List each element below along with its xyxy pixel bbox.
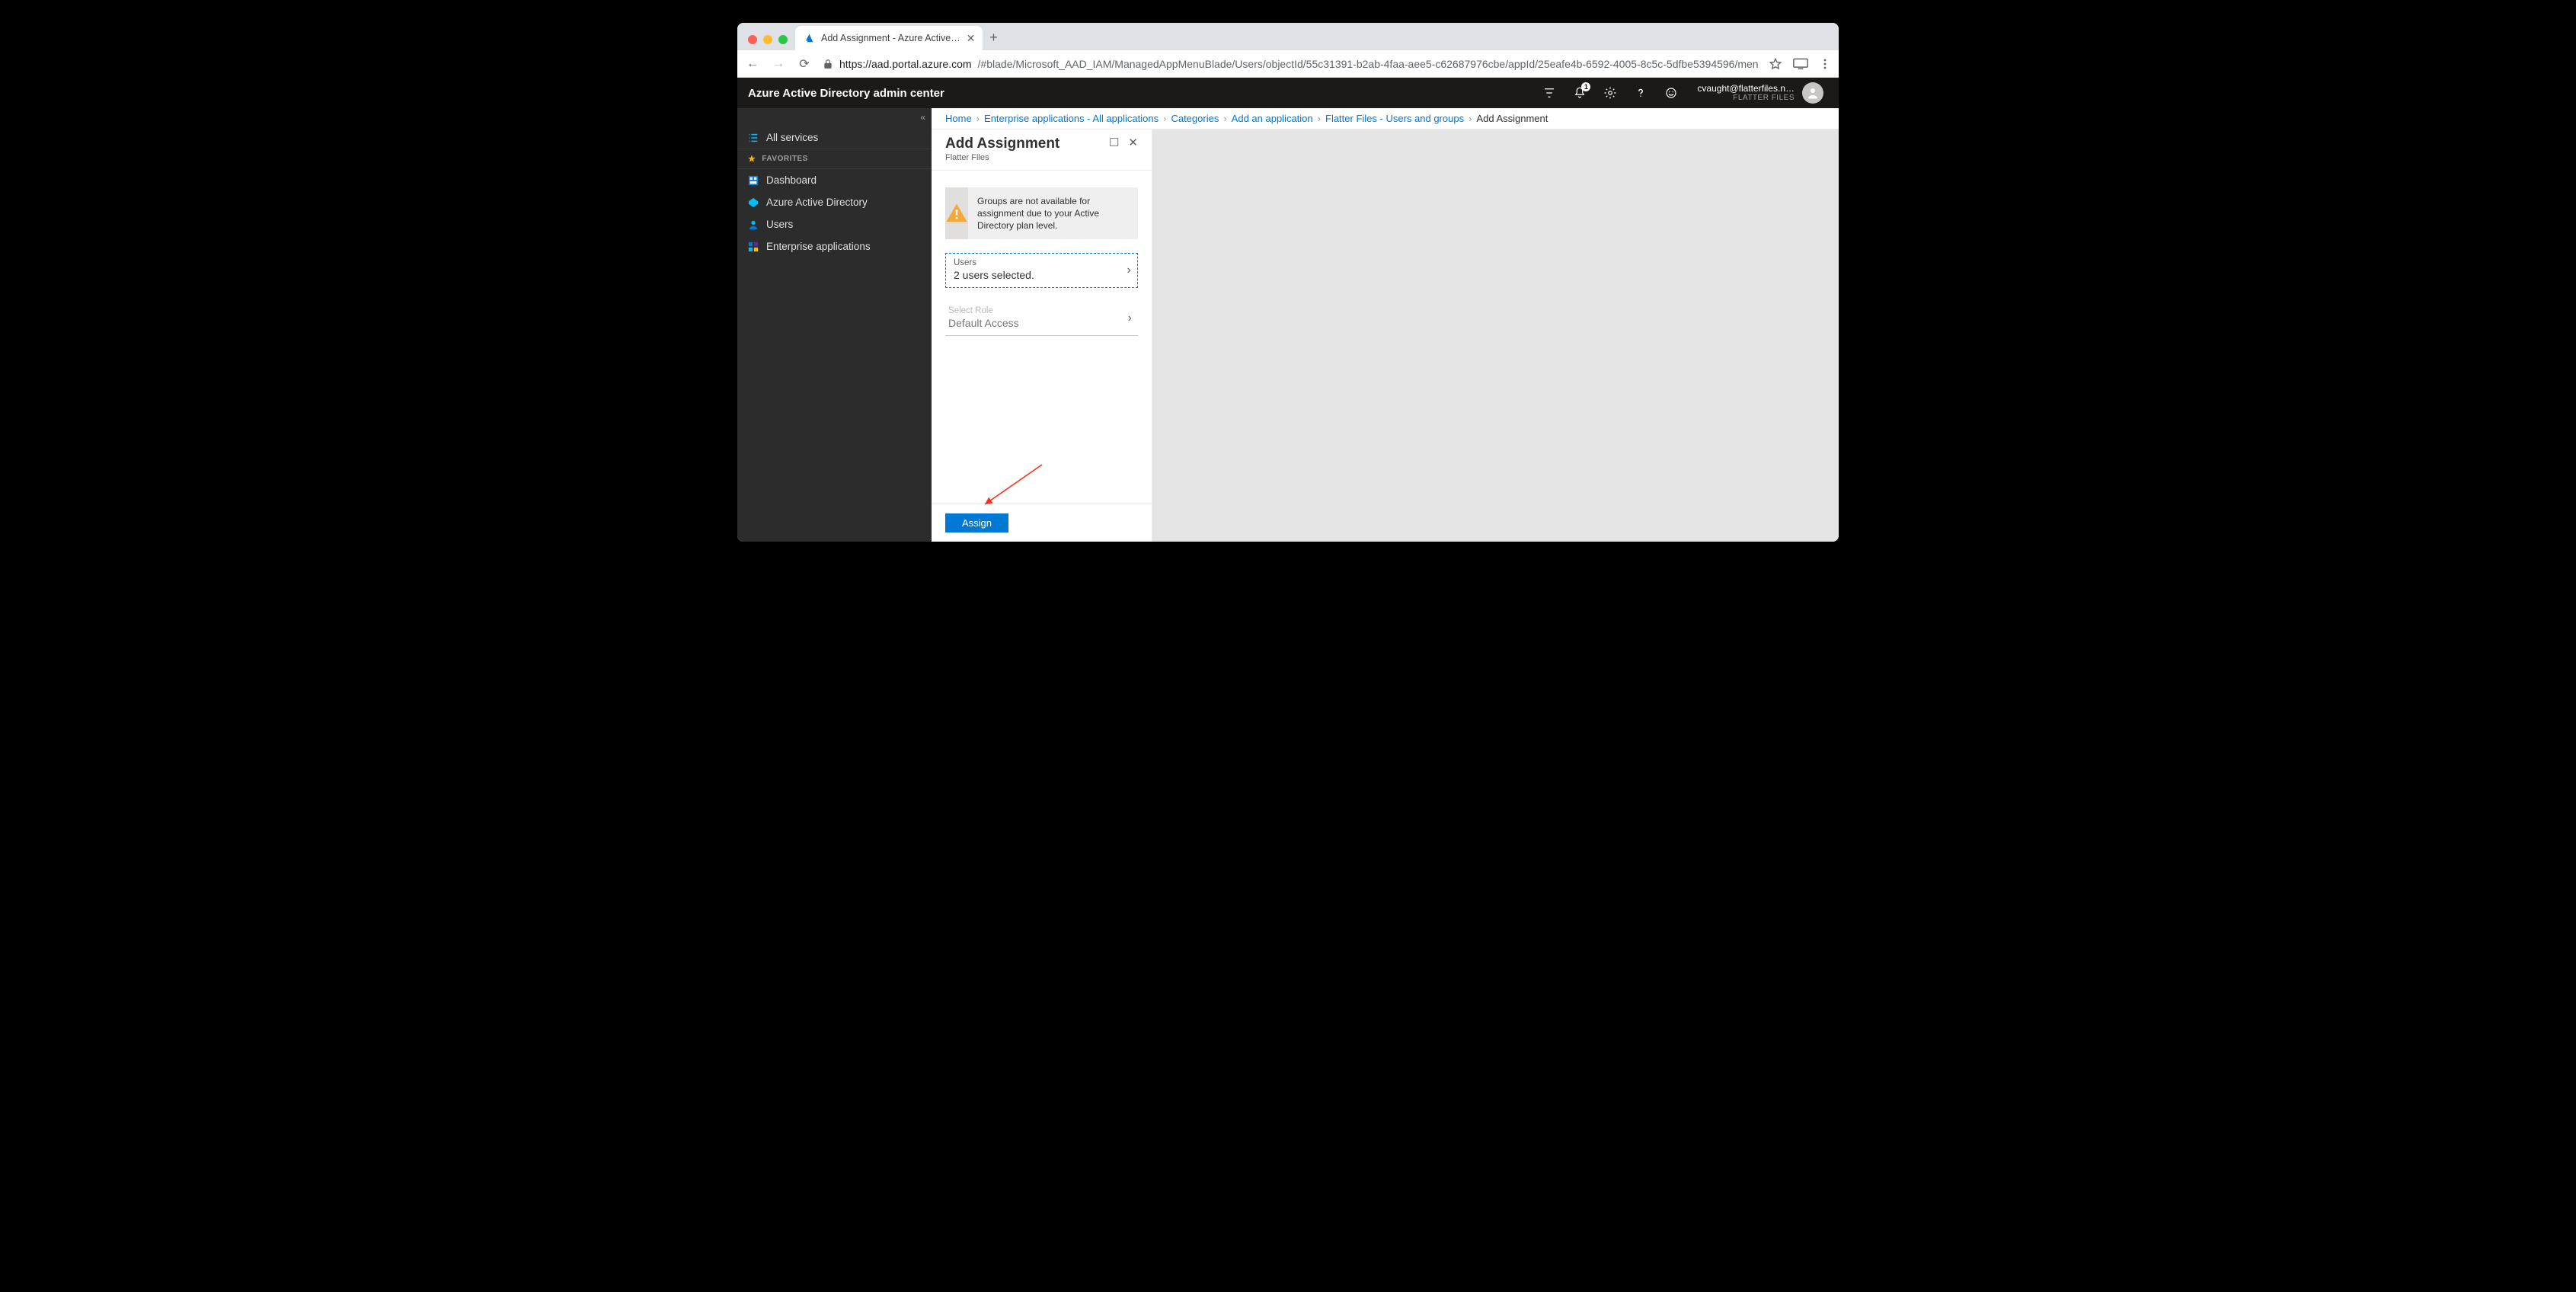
aad-icon [748,197,759,208]
bc-categories[interactable]: Categories [1171,113,1219,124]
notifications-icon[interactable]: 1 [1564,78,1595,108]
chevron-right-icon: › [1128,312,1132,325]
settings-icon[interactable] [1595,78,1625,108]
browser-menu-icon[interactable] [1819,58,1831,70]
sidebar-item-aad[interactable]: Azure Active Directory [737,191,932,213]
picker-label: Users [954,258,1130,267]
chevron-right-icon: › [1469,113,1472,124]
avatar [1802,82,1823,104]
browser-window: Add Assignment - Azure Active… ✕ + ← → ⟳… [737,23,1839,542]
notif-badge: 1 [1581,82,1590,91]
url-box[interactable]: https://aad.portal.azure.com /#blade/Micr… [823,58,1758,70]
account-org: FLATTER FILES [1697,94,1795,102]
sidebar-item-label: Users [766,219,793,230]
sidebar-item-label: Azure Active Directory [766,197,868,208]
directory-filter-icon[interactable] [1534,78,1564,108]
window-minimize[interactable] [763,35,772,44]
account-email: cvaught@flatterfiles.n… [1697,84,1795,94]
main-area: Home › Enterprise applications - All app… [932,108,1839,542]
list-icon [748,133,759,143]
star-icon[interactable] [1769,57,1782,71]
sidebar: « All services ★ FAVORITES Dashboard [737,108,932,542]
chevron-right-icon: › [1163,113,1166,124]
bc-home[interactable]: Home [945,113,972,124]
favorites-header: ★ FAVORITES [737,149,932,169]
new-tab-button[interactable]: + [983,30,1004,50]
blade-title: Add Assignment [945,136,1059,152]
picker-value: 2 users selected. [954,269,1130,281]
azure-favicon [803,32,815,44]
tab-strip: Add Assignment - Azure Active… ✕ + [737,23,1839,50]
window-close[interactable] [748,35,757,44]
sidebar-collapse[interactable]: « [737,108,932,126]
bc-current: Add Assignment [1476,113,1548,124]
empty-canvas [1152,130,1839,542]
chevron-right-icon: › [976,113,980,124]
tab-title: Add Assignment - Azure Active… [821,33,960,43]
warning-banner: Groups are not available for assignment … [945,187,1138,240]
lock-icon [823,59,833,69]
azure-top-bar: Azure Active Directory admin center 1 [737,78,1839,108]
dashboard-icon [748,175,759,186]
url-host: https://aad.portal.azure.com [839,58,972,70]
warning-icon [945,187,968,240]
bc-flatter-files[interactable]: Flatter Files - Users and groups [1325,113,1464,124]
sidebar-item-users[interactable]: Users [737,213,932,235]
close-icon[interactable]: ✕ [1128,136,1138,149]
assign-button[interactable]: Assign [945,513,1008,532]
chevron-right-icon: › [1127,264,1131,277]
url-path: /#blade/Microsoft_AAD_IAM/ManagedAppMenu… [978,58,1758,70]
star-icon: ★ [748,154,756,164]
breadcrumb: Home › Enterprise applications - All app… [932,108,1839,130]
user-icon [748,219,759,230]
sidebar-item-dashboard[interactable]: Dashboard [737,169,932,191]
address-bar: ← → ⟳ https://aad.portal.azure.com /#blad… [737,50,1839,78]
role-picker: Select Role Default Access › [945,302,1138,336]
picker-label: Select Role [948,306,1135,315]
sidebar-item-all-services[interactable]: All services [737,126,932,149]
chevron-right-icon: › [1318,113,1321,124]
add-assignment-blade: Add Assignment Flatter Files ☐ ✕ [932,130,1152,542]
sidebar-item-label: Dashboard [766,174,817,186]
browser-tab[interactable]: Add Assignment - Azure Active… ✕ [795,26,983,50]
blade-subtitle: Flatter Files [945,153,1059,162]
account-button[interactable]: cvaught@flatterfiles.n… FLATTER FILES [1686,82,1828,104]
window-zoom[interactable] [778,35,788,44]
sidebar-item-enterprise-apps[interactable]: Enterprise applications [737,235,932,257]
maximize-icon[interactable]: ☐ [1109,136,1119,149]
nav-forward-icon[interactable]: → [771,57,786,71]
portal-title: Azure Active Directory admin center [748,87,944,100]
bc-add-app[interactable]: Add an application [1232,113,1313,124]
apps-icon [748,241,759,252]
tab-close-icon[interactable]: ✕ [967,32,976,45]
window-controls [745,35,795,50]
picker-value: Default Access [948,317,1135,329]
bc-ent-apps[interactable]: Enterprise applications - All applicatio… [984,113,1159,124]
favorites-label: FAVORITES [762,155,807,163]
sidebar-item-label: Enterprise applications [766,241,871,252]
nav-back-icon[interactable]: ← [745,57,760,71]
chevron-right-icon: › [1223,113,1226,124]
warning-text: Groups are not available for assignment … [977,187,1138,240]
device-icon[interactable] [1793,58,1808,70]
nav-reload-icon[interactable]: ⟳ [797,56,812,72]
sidebar-item-label: All services [766,132,818,143]
help-icon[interactable] [1625,78,1656,108]
users-picker[interactable]: Users 2 users selected. › [945,253,1138,288]
feedback-icon[interactable] [1656,78,1686,108]
